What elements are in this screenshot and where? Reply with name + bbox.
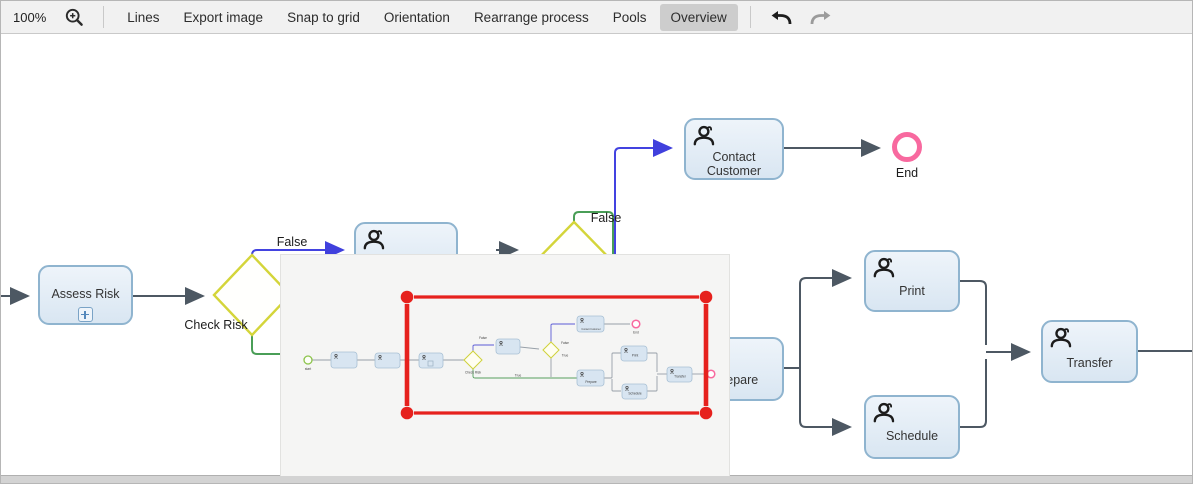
svg-text:False: False xyxy=(479,336,487,340)
svg-text:Schedule: Schedule xyxy=(628,392,642,396)
svg-text:Check Risk: Check Risk xyxy=(465,371,482,375)
task-assess-risk[interactable]: Assess Risk xyxy=(38,265,133,325)
edge-split-to-schedule xyxy=(800,368,850,427)
edge-schedule-merge xyxy=(960,359,986,427)
viewport-handle-top-left[interactable] xyxy=(401,291,414,304)
undo-icon[interactable] xyxy=(763,6,800,29)
mini-task xyxy=(375,353,400,368)
task-label: Print xyxy=(866,284,958,298)
toolbar-button-orientation[interactable]: Orientation xyxy=(373,4,461,31)
flow-label-false-1: False xyxy=(272,235,312,249)
edge-gateway2-false-blue xyxy=(615,148,671,255)
mini-gateway-2 xyxy=(543,342,559,358)
redo-icon[interactable] xyxy=(802,6,839,29)
user-task-icon xyxy=(1049,326,1075,350)
svg-text:Contact Customer: Contact Customer xyxy=(581,328,600,331)
user-task-icon xyxy=(692,124,718,148)
zoom-level-readout: 100% xyxy=(13,10,46,25)
svg-text:True: True xyxy=(562,354,569,358)
edge-check-risk-true-green xyxy=(252,335,284,354)
viewport-handle-top-right[interactable] xyxy=(700,291,713,304)
subprocess-expand-icon[interactable] xyxy=(78,307,93,322)
overview-minimap-panel[interactable]: start xyxy=(281,255,729,476)
task-transfer[interactable]: Transfer xyxy=(1041,320,1138,383)
toolbar: 100% Lines Export image Snap to grid Ori… xyxy=(1,1,1192,34)
mini-end-event-1 xyxy=(632,320,640,328)
toolbar-button-snap-to-grid[interactable]: Snap to grid xyxy=(276,4,371,31)
task-label: Transfer xyxy=(1043,356,1136,370)
end-event[interactable] xyxy=(892,132,922,162)
flow-label-false-2: False xyxy=(586,211,626,225)
task-print[interactable]: Print xyxy=(864,250,960,312)
toolbar-button-pools[interactable]: Pools xyxy=(602,4,658,31)
svg-text:End: End xyxy=(633,331,639,335)
task-contact-customer[interactable]: Contact Customer xyxy=(684,118,784,180)
mini-end-event-2 xyxy=(707,370,715,378)
svg-text:True: True xyxy=(515,374,522,378)
user-task-icon xyxy=(362,228,388,252)
toolbar-button-export-image[interactable]: Export image xyxy=(173,4,275,31)
zoom-in-icon[interactable] xyxy=(58,5,91,30)
viewport-handle-bottom-left[interactable] xyxy=(401,407,414,420)
mini-task xyxy=(331,352,357,368)
horizontal-scrollbar[interactable] xyxy=(1,475,1192,483)
diagram-canvas[interactable]: Assess Risk Contact Customer Prepare Pri… xyxy=(1,34,1192,476)
toolbar-button-rearrange-process[interactable]: Rearrange process xyxy=(463,4,600,31)
edge-print-merge xyxy=(960,281,986,345)
minimap-viewport[interactable] xyxy=(401,291,713,420)
edge-split-to-print xyxy=(800,278,850,368)
toolbar-separator xyxy=(750,6,751,28)
task-label: Contact Customer xyxy=(686,150,782,178)
user-task-icon xyxy=(872,401,898,425)
toolbar-separator xyxy=(103,6,104,28)
task-label: Schedule xyxy=(866,429,958,443)
end-event-label: End xyxy=(887,166,927,180)
mini-start-event xyxy=(304,356,312,364)
gateway-label-check-risk: Check Risk xyxy=(184,318,248,332)
svg-text:Transfer: Transfer xyxy=(674,375,687,379)
svg-text:Prepare: Prepare xyxy=(585,380,597,384)
process-designer-window: 100% Lines Export image Snap to grid Ori… xyxy=(0,0,1193,484)
svg-text:start: start xyxy=(305,367,311,371)
task-schedule[interactable]: Schedule xyxy=(864,395,960,459)
svg-text:False: False xyxy=(561,341,569,345)
mini-task xyxy=(496,339,520,354)
toolbar-button-overview[interactable]: Overview xyxy=(660,4,738,31)
toolbar-button-lines[interactable]: Lines xyxy=(116,4,170,31)
user-task-icon xyxy=(872,256,898,280)
mini-gateway-check-risk xyxy=(464,351,482,369)
svg-text:Print: Print xyxy=(632,354,639,358)
viewport-handle-bottom-right[interactable] xyxy=(700,407,713,420)
minimap-content: start xyxy=(281,255,729,476)
task-label: Assess Risk xyxy=(40,287,131,301)
